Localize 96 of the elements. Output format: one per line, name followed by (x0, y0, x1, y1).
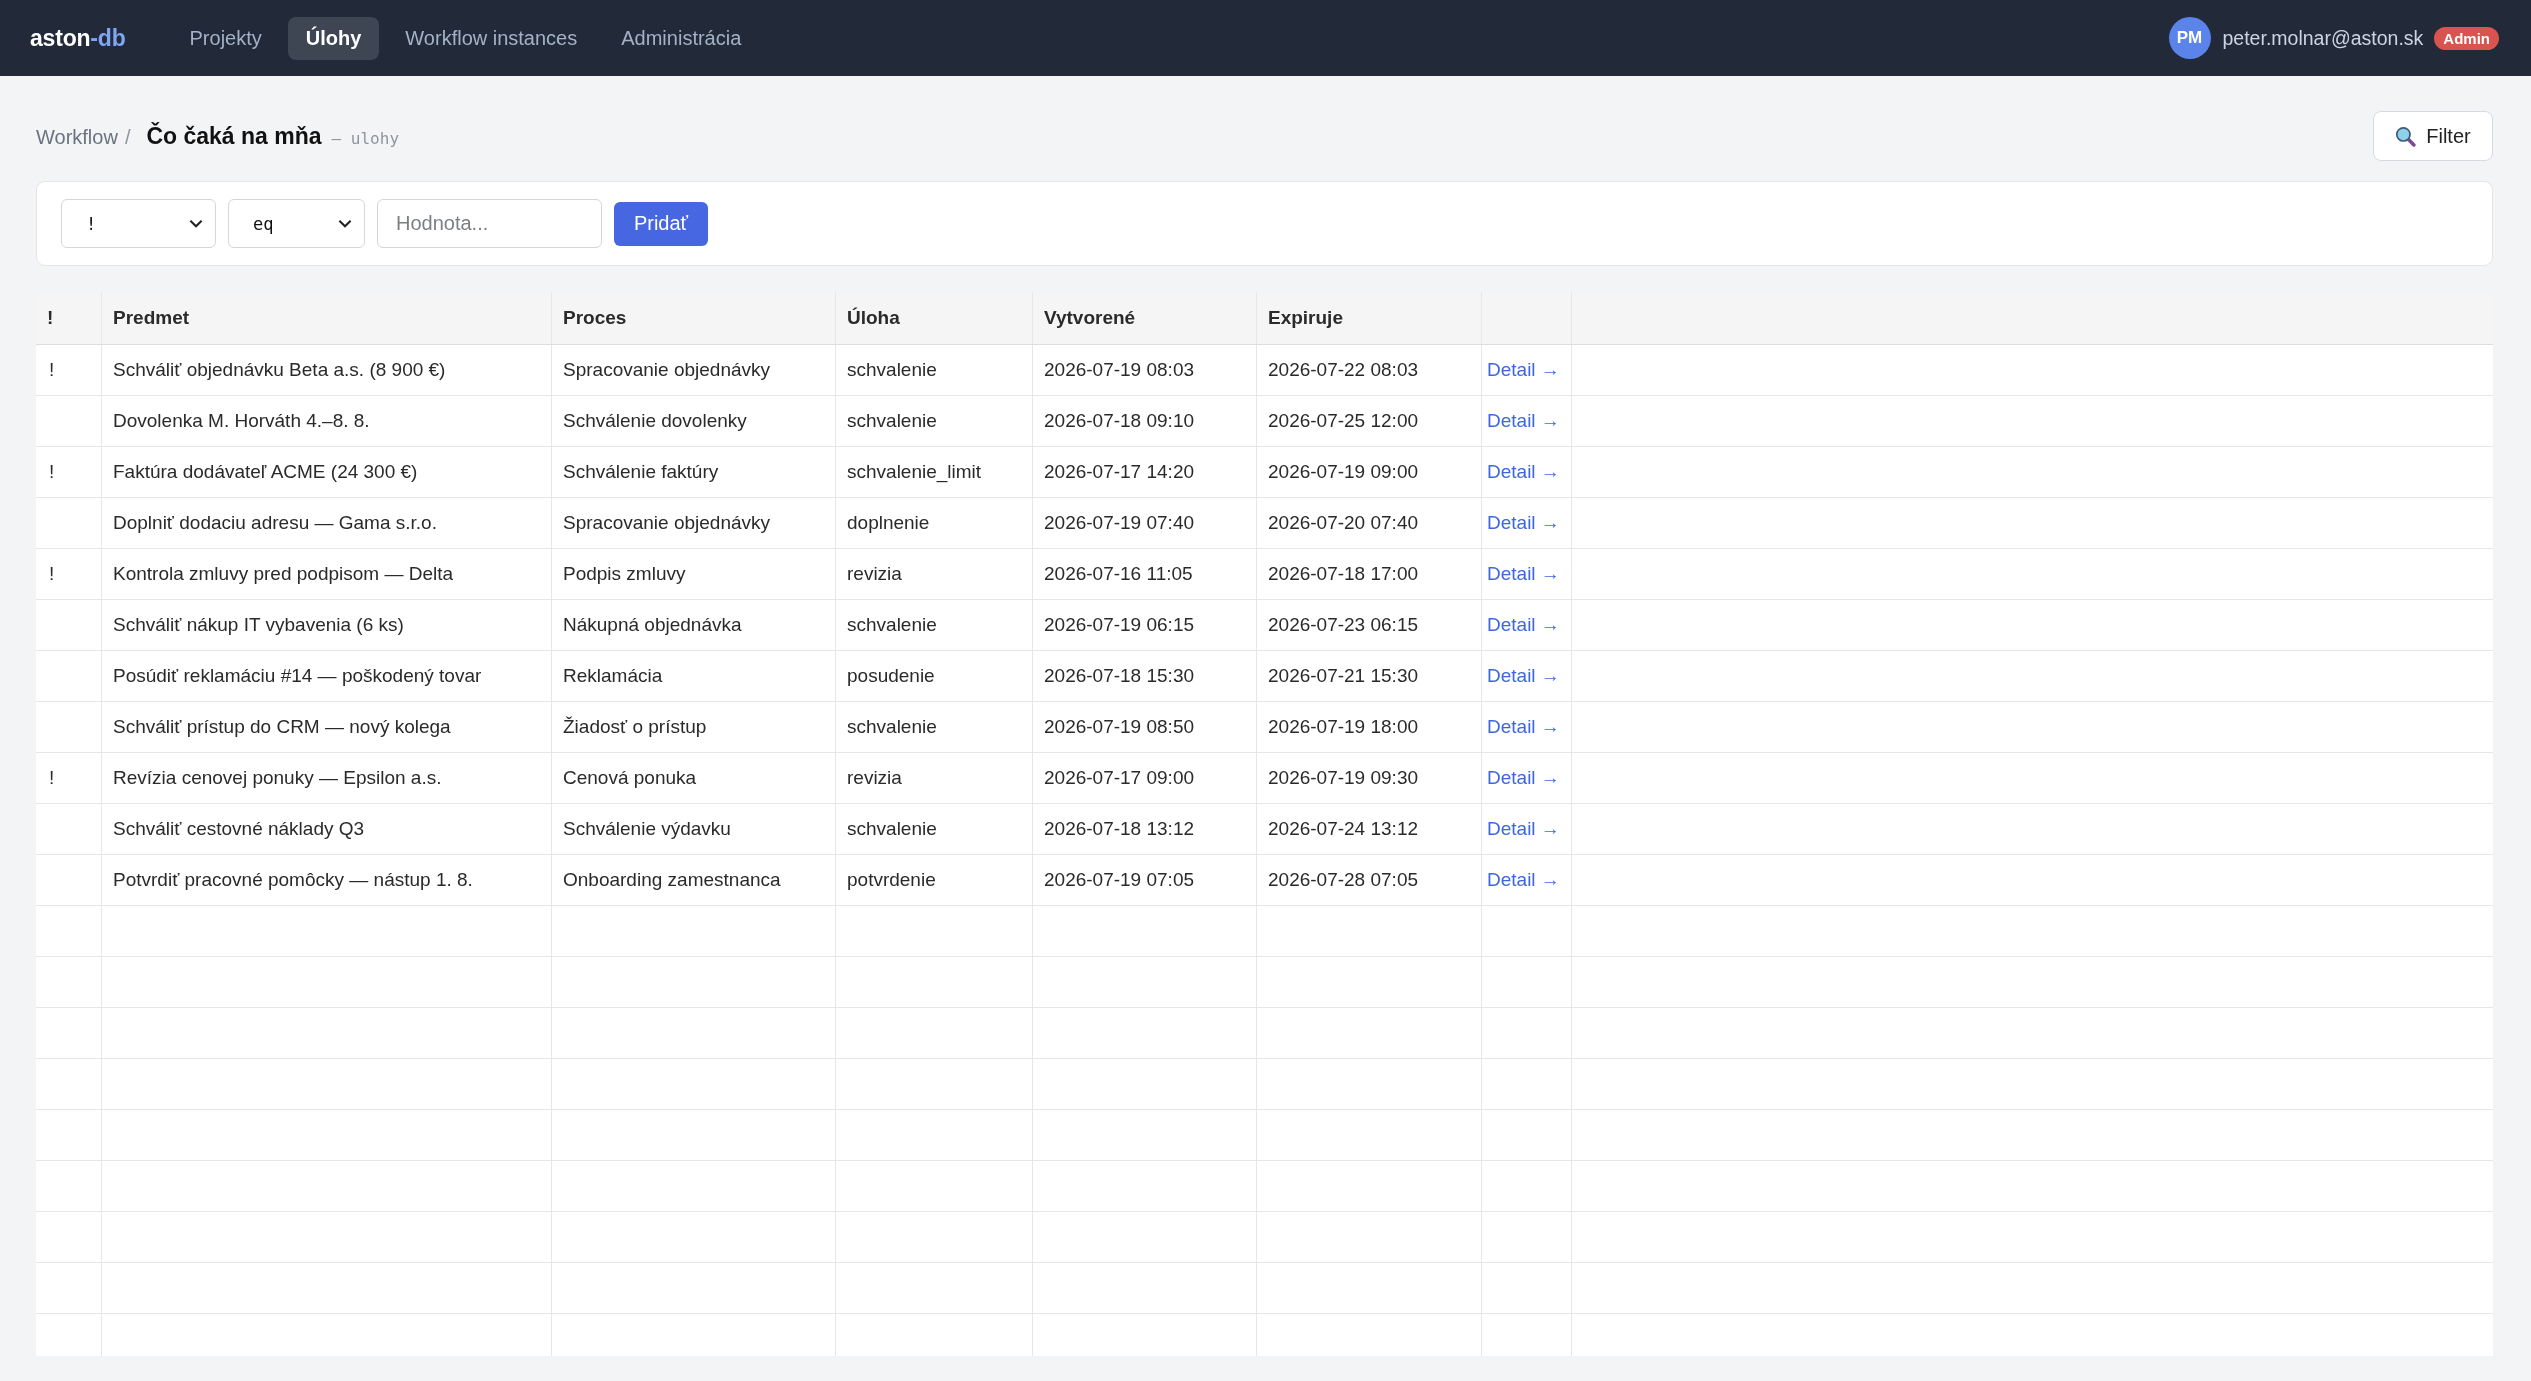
column-header: Expiruje (1268, 307, 1343, 329)
table-cell: Spracovanie objednávky (563, 359, 771, 381)
user-email: peter.molnar@aston.sk (2222, 26, 2424, 50)
table-cell: 2026-07-18 13:12 (1044, 818, 1194, 840)
table-cell: Schváliť prístup do CRM — nový kolega (113, 716, 451, 738)
role-badge: Admin (2434, 26, 2499, 50)
priority-label: ! (48, 461, 55, 483)
detail-link[interactable]: Detail → (1487, 359, 1560, 381)
detail-link[interactable]: Detail → (1487, 563, 1560, 585)
nav-tab[interactable]: Administrácia (603, 16, 760, 60)
table-cell: Nákupná objednávka (563, 614, 742, 636)
chevron-down-icon (189, 219, 203, 228)
table-cell: doplnenie (847, 512, 930, 534)
filter-button[interactable]: Filter (2373, 111, 2493, 161)
table-cell: Cenová ponuka (563, 767, 697, 789)
column-header: Predmet (113, 307, 190, 329)
detail-link[interactable]: Detail → (1487, 512, 1560, 534)
table-cell: schvalenie (847, 818, 937, 840)
column-header: Proces (563, 307, 627, 329)
table-cell: revizia (847, 767, 902, 789)
detail-link[interactable]: Detail → (1487, 614, 1560, 636)
table-cell: revizia (847, 563, 902, 585)
breadcrumb-link[interactable]: Workflow (36, 125, 118, 149)
table-cell: Schválenie faktúry (563, 461, 719, 483)
table-cell: 2026-07-19 07:05 (1044, 869, 1194, 891)
table-cell: Podpis zmluvy (563, 563, 686, 585)
table-cell: 2026-07-25 12:00 (1268, 410, 1418, 432)
breadcrumb-separator: / (124, 125, 131, 149)
user-avatar[interactable]: PM (2168, 17, 2211, 59)
table-cell: Kontrola zmluvy pred podpisom — Delta (113, 563, 454, 585)
add-button[interactable]: Pridať (614, 201, 708, 246)
table-cell: schvalenie (847, 359, 937, 381)
search-icon (2395, 125, 2417, 147)
chevron-down-icon (338, 219, 352, 228)
nav-tab[interactable]: Workflow instances (387, 16, 596, 60)
table-cell: Schválenie dovolenky (563, 410, 747, 432)
table-cell: 2026-07-19 18:00 (1268, 716, 1418, 738)
table-cell: schvalenie_limit (847, 461, 982, 483)
table-cell: 2026-07-19 08:03 (1044, 359, 1194, 381)
table-cell: 2026-07-19 06:15 (1044, 614, 1194, 636)
table-cell: 2026-07-17 14:20 (1044, 461, 1194, 483)
column-header: Vytvorené (1044, 307, 1136, 329)
nav-tab[interactable]: Úlohy (287, 16, 380, 60)
table-cell: Dovolenka M. Horváth 4.–8. 8. (113, 410, 370, 432)
table-cell: Onboarding zamestnanca (563, 869, 781, 891)
detail-link[interactable]: Detail → (1487, 665, 1560, 687)
table-cell: 2026-07-21 15:30 (1268, 665, 1418, 687)
priority-label: ! (48, 767, 55, 789)
table-cell: posudenie (847, 665, 935, 687)
table-cell: Schváliť nákup IT vybavenia (6 ks) (113, 614, 404, 636)
table-cell: 2026-07-20 07:40 (1268, 512, 1418, 534)
table-cell: Schváliť cestovné náklady Q3 (113, 818, 365, 840)
table-cell: Schválenie výdavku (563, 818, 731, 840)
table-cell: 2026-07-18 15:30 (1044, 665, 1194, 687)
detail-link[interactable]: Detail → (1487, 716, 1560, 738)
column-header: Úloha (847, 307, 900, 329)
table-cell: 2026-07-28 07:05 (1268, 869, 1418, 891)
table-cell: 2026-07-19 08:50 (1044, 716, 1194, 738)
table-cell: 2026-07-18 17:00 (1268, 563, 1418, 585)
table-cell: Revízia cenovej ponuky — Epsilon a.s. (113, 767, 442, 789)
detail-link[interactable]: Detail → (1487, 767, 1560, 789)
table-cell: 2026-07-16 11:05 (1044, 563, 1193, 585)
app-logo[interactable]: aston-db (30, 24, 126, 52)
page-subtitle: — ulohy (331, 128, 399, 148)
table-cell: 2026-07-22 08:03 (1268, 359, 1418, 381)
table-cell: Spracovanie objednávky (563, 512, 771, 534)
table-cell: schvalenie (847, 716, 937, 738)
input-field[interactable]: Hodnota... (377, 199, 602, 248)
table-cell: Žiadosť o prístup (563, 716, 707, 738)
operator-select[interactable]: eq (228, 199, 365, 248)
table-cell: Reklamácia (563, 665, 663, 687)
table-cell: potvrdenie (847, 869, 936, 891)
table-cell: 2026-07-18 09:10 (1044, 410, 1194, 432)
table-cell: schvalenie (847, 614, 937, 636)
table-cell: Doplniť dodaciu adresu — Gama s.r.o. (113, 512, 437, 534)
table-cell: 2026-07-19 09:00 (1268, 461, 1418, 483)
detail-link[interactable]: Detail → (1487, 461, 1560, 483)
detail-link[interactable]: Detail → (1487, 818, 1560, 840)
table-cell: 2026-07-23 06:15 (1268, 614, 1418, 636)
detail-link[interactable]: Detail → (1487, 869, 1560, 891)
page-title: Čo čaká na mňa (146, 122, 322, 150)
priority-label: ! (48, 563, 55, 585)
priority-label: ! (48, 359, 55, 381)
table-cell: 2026-07-19 07:40 (1044, 512, 1194, 534)
field-select[interactable]: ! (61, 199, 216, 248)
table-cell: schvalenie (847, 410, 937, 432)
detail-link[interactable]: Detail → (1487, 410, 1560, 432)
column-header: ! (47, 307, 54, 329)
table-cell: Faktúra dodávateľ ACME (24 300 €) (113, 461, 418, 483)
nav-tab[interactable]: Projekty (171, 16, 280, 60)
table-cell: 2026-07-19 09:30 (1268, 767, 1418, 789)
table-cell: Schváliť objednávku Beta a.s. (8 900 €) (113, 359, 446, 381)
table-cell: Potvrdiť pracovné pomôcky — nástup 1. 8. (113, 869, 473, 891)
table-cell: Posúdiť reklamáciu #14 — poškodený tovar (113, 665, 482, 687)
table-cell: 2026-07-17 09:00 (1044, 767, 1194, 789)
table-cell: 2026-07-24 13:12 (1268, 818, 1418, 840)
